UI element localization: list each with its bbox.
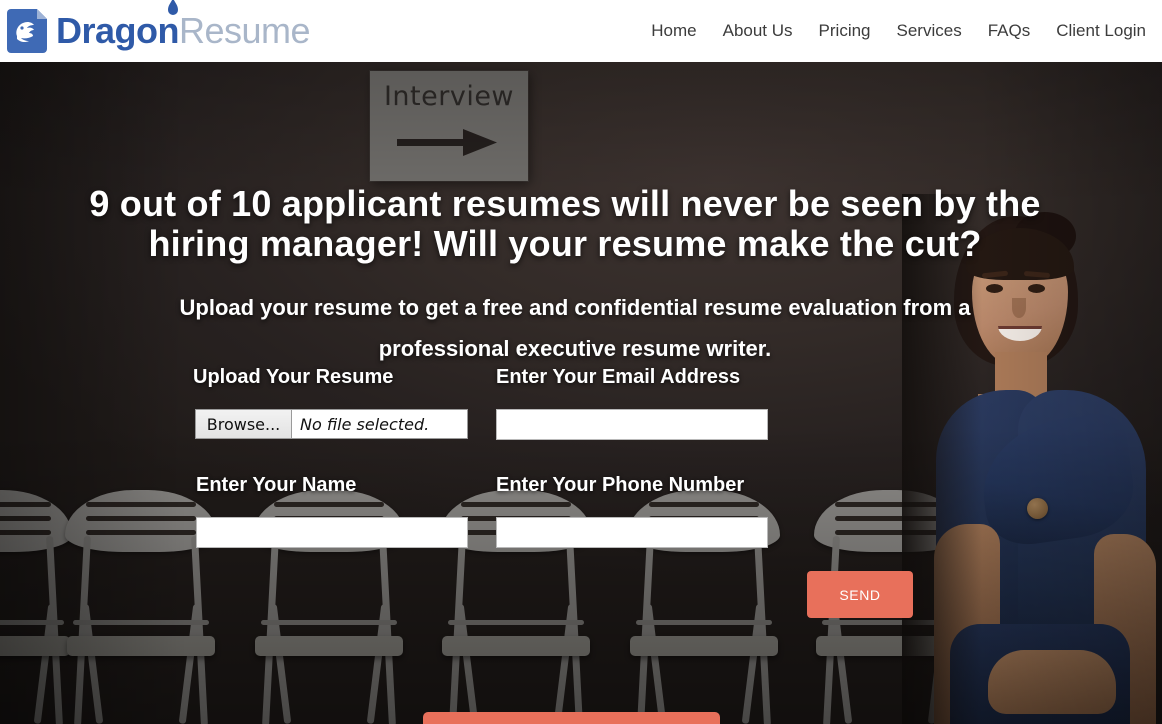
site-header: DragonResume Home About Us Pricing Servi… [0, 0, 1162, 62]
main-navigation: Home About Us Pricing Services FAQs Clie… [651, 0, 1146, 62]
page-title: 9 out of 10 applicant resumes will never… [89, 183, 1041, 265]
nav-item-services[interactable]: Services [897, 21, 962, 41]
dragon-head-icon [4, 8, 50, 54]
logo-text-primary: Dragon [56, 10, 180, 51]
name-label: Enter Your Name [196, 474, 357, 496]
hero-section: Interview [0, 62, 1162, 724]
email-field[interactable] [496, 409, 768, 440]
browse-button[interactable]: Browse... [196, 410, 292, 438]
send-button[interactable]: SEND [807, 571, 913, 618]
logo[interactable]: DragonResume [4, 0, 311, 54]
nav-item-about-us[interactable]: About Us [723, 21, 793, 41]
hero-content: 9 out of 10 applicant resumes will never… [0, 62, 1162, 724]
logo-text-secondary: Resume [179, 10, 311, 51]
nav-item-client-login[interactable]: Client Login [1056, 21, 1146, 41]
resume-file-input[interactable]: Browse... No file selected. [195, 409, 468, 439]
flame-icon [168, 0, 178, 15]
already-a-client-button[interactable]: ALREADY A CLIENT? GET STARTED! [423, 712, 720, 724]
landing-page: DragonResume Home About Us Pricing Servi… [0, 0, 1162, 724]
nav-item-faqs[interactable]: FAQs [988, 21, 1031, 41]
email-label: Enter Your Email Address [496, 366, 741, 388]
nav-item-pricing[interactable]: Pricing [819, 21, 871, 41]
upload-resume-label: Upload Your Resume [193, 366, 394, 388]
phone-label: Enter Your Phone Number [496, 474, 745, 496]
logo-text: DragonResume [56, 0, 311, 51]
hero-subtitle: Upload your resume to get a free and con… [179, 295, 971, 361]
phone-field[interactable] [496, 517, 768, 548]
nav-item-home[interactable]: Home [651, 21, 696, 41]
file-status-text: No file selected. [300, 414, 430, 434]
name-field[interactable] [196, 517, 468, 548]
